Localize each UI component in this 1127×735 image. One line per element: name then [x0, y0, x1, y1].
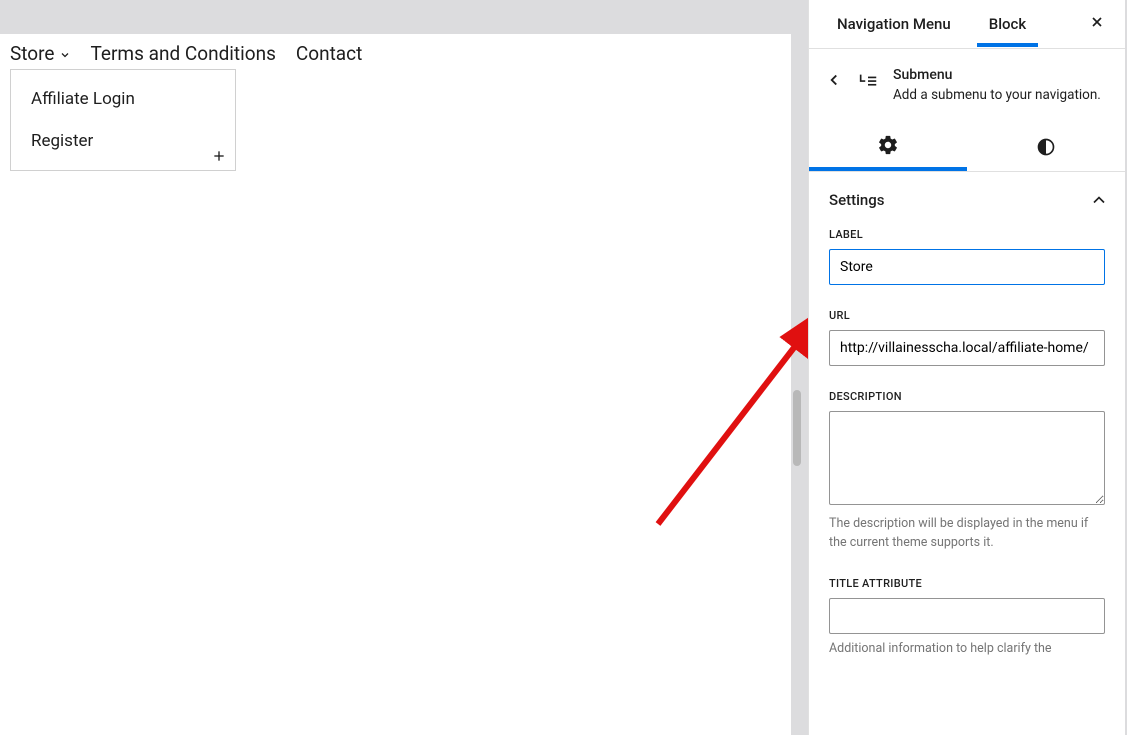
plus-icon [211, 148, 227, 164]
nav-item-label: Contact [296, 42, 362, 65]
submenu-icon [857, 71, 879, 93]
main-editing-area: Store Terms and Conditions Contact Affil… [0, 0, 808, 735]
description-textarea[interactable] [829, 411, 1105, 505]
label-field-label: Label [829, 228, 1105, 241]
title-attribute-input[interactable] [829, 598, 1105, 634]
submenu-item-register[interactable]: Register [11, 120, 235, 162]
tab-navigation-menu[interactable]: Navigation Menu [825, 1, 963, 47]
nav-item-contact[interactable]: Contact [296, 42, 362, 65]
chevron-down-icon [59, 49, 71, 61]
description-field-label: Description [829, 390, 1105, 403]
label-field-group: Label [829, 228, 1105, 285]
description-help-text: The description will be displayed in the… [829, 515, 1105, 553]
half-circle-icon [1036, 137, 1056, 157]
block-title: Submenu [893, 67, 1101, 83]
description-field-group: Description The description will be disp… [829, 390, 1105, 553]
settings-style-tabs [809, 123, 1125, 172]
url-field-group: URL [829, 309, 1105, 366]
tab-block[interactable]: Block [977, 1, 1038, 47]
title-attribute-help-text: Additional information to help clarify t… [829, 640, 1105, 659]
chevron-up-icon [1089, 190, 1109, 210]
nav-item-store[interactable]: Store [10, 42, 71, 65]
settings-panel-header[interactable]: Settings [809, 172, 1125, 228]
nav-item-label: Terms and Conditions [91, 42, 276, 65]
settings-header-title: Settings [829, 191, 885, 209]
submenu-dropdown: Affiliate Login Register [10, 69, 236, 171]
nav-item-terms[interactable]: Terms and Conditions [91, 42, 276, 65]
submenu-item-affiliate-login[interactable]: Affiliate Login [11, 78, 235, 120]
add-submenu-item-button[interactable] [209, 146, 229, 166]
label-input[interactable] [829, 249, 1105, 285]
url-field-label: URL [829, 309, 1105, 322]
block-description: Add a submenu to your navigation. [893, 85, 1101, 105]
close-sidebar-button[interactable] [1089, 14, 1105, 34]
close-icon [1089, 14, 1105, 30]
url-input[interactable] [829, 330, 1105, 366]
settings-panel-body: Label URL Description The description wi… [809, 228, 1125, 658]
back-button[interactable] [825, 71, 843, 93]
navigation-bar: Store Terms and Conditions Contact [0, 34, 791, 73]
settings-tab[interactable] [809, 123, 967, 171]
title-attribute-field-label: Title Attribute [829, 577, 1105, 590]
content-canvas: Store Terms and Conditions Contact Affil… [0, 34, 791, 735]
scroll-indicator[interactable] [793, 390, 801, 466]
sidebar-tabs: Navigation Menu Block [809, 0, 1125, 49]
chevron-left-icon [825, 71, 843, 89]
submenu-block-icon [857, 71, 879, 97]
settings-sidebar: Navigation Menu Block Submenu Add a subm… [808, 0, 1125, 735]
nav-item-label: Store [10, 42, 55, 65]
gear-icon [877, 134, 899, 156]
title-attribute-field-group: Title Attribute Additional information t… [829, 577, 1105, 659]
block-info-header: Submenu Add a submenu to your navigation… [809, 49, 1125, 123]
styles-tab[interactable] [967, 123, 1125, 171]
